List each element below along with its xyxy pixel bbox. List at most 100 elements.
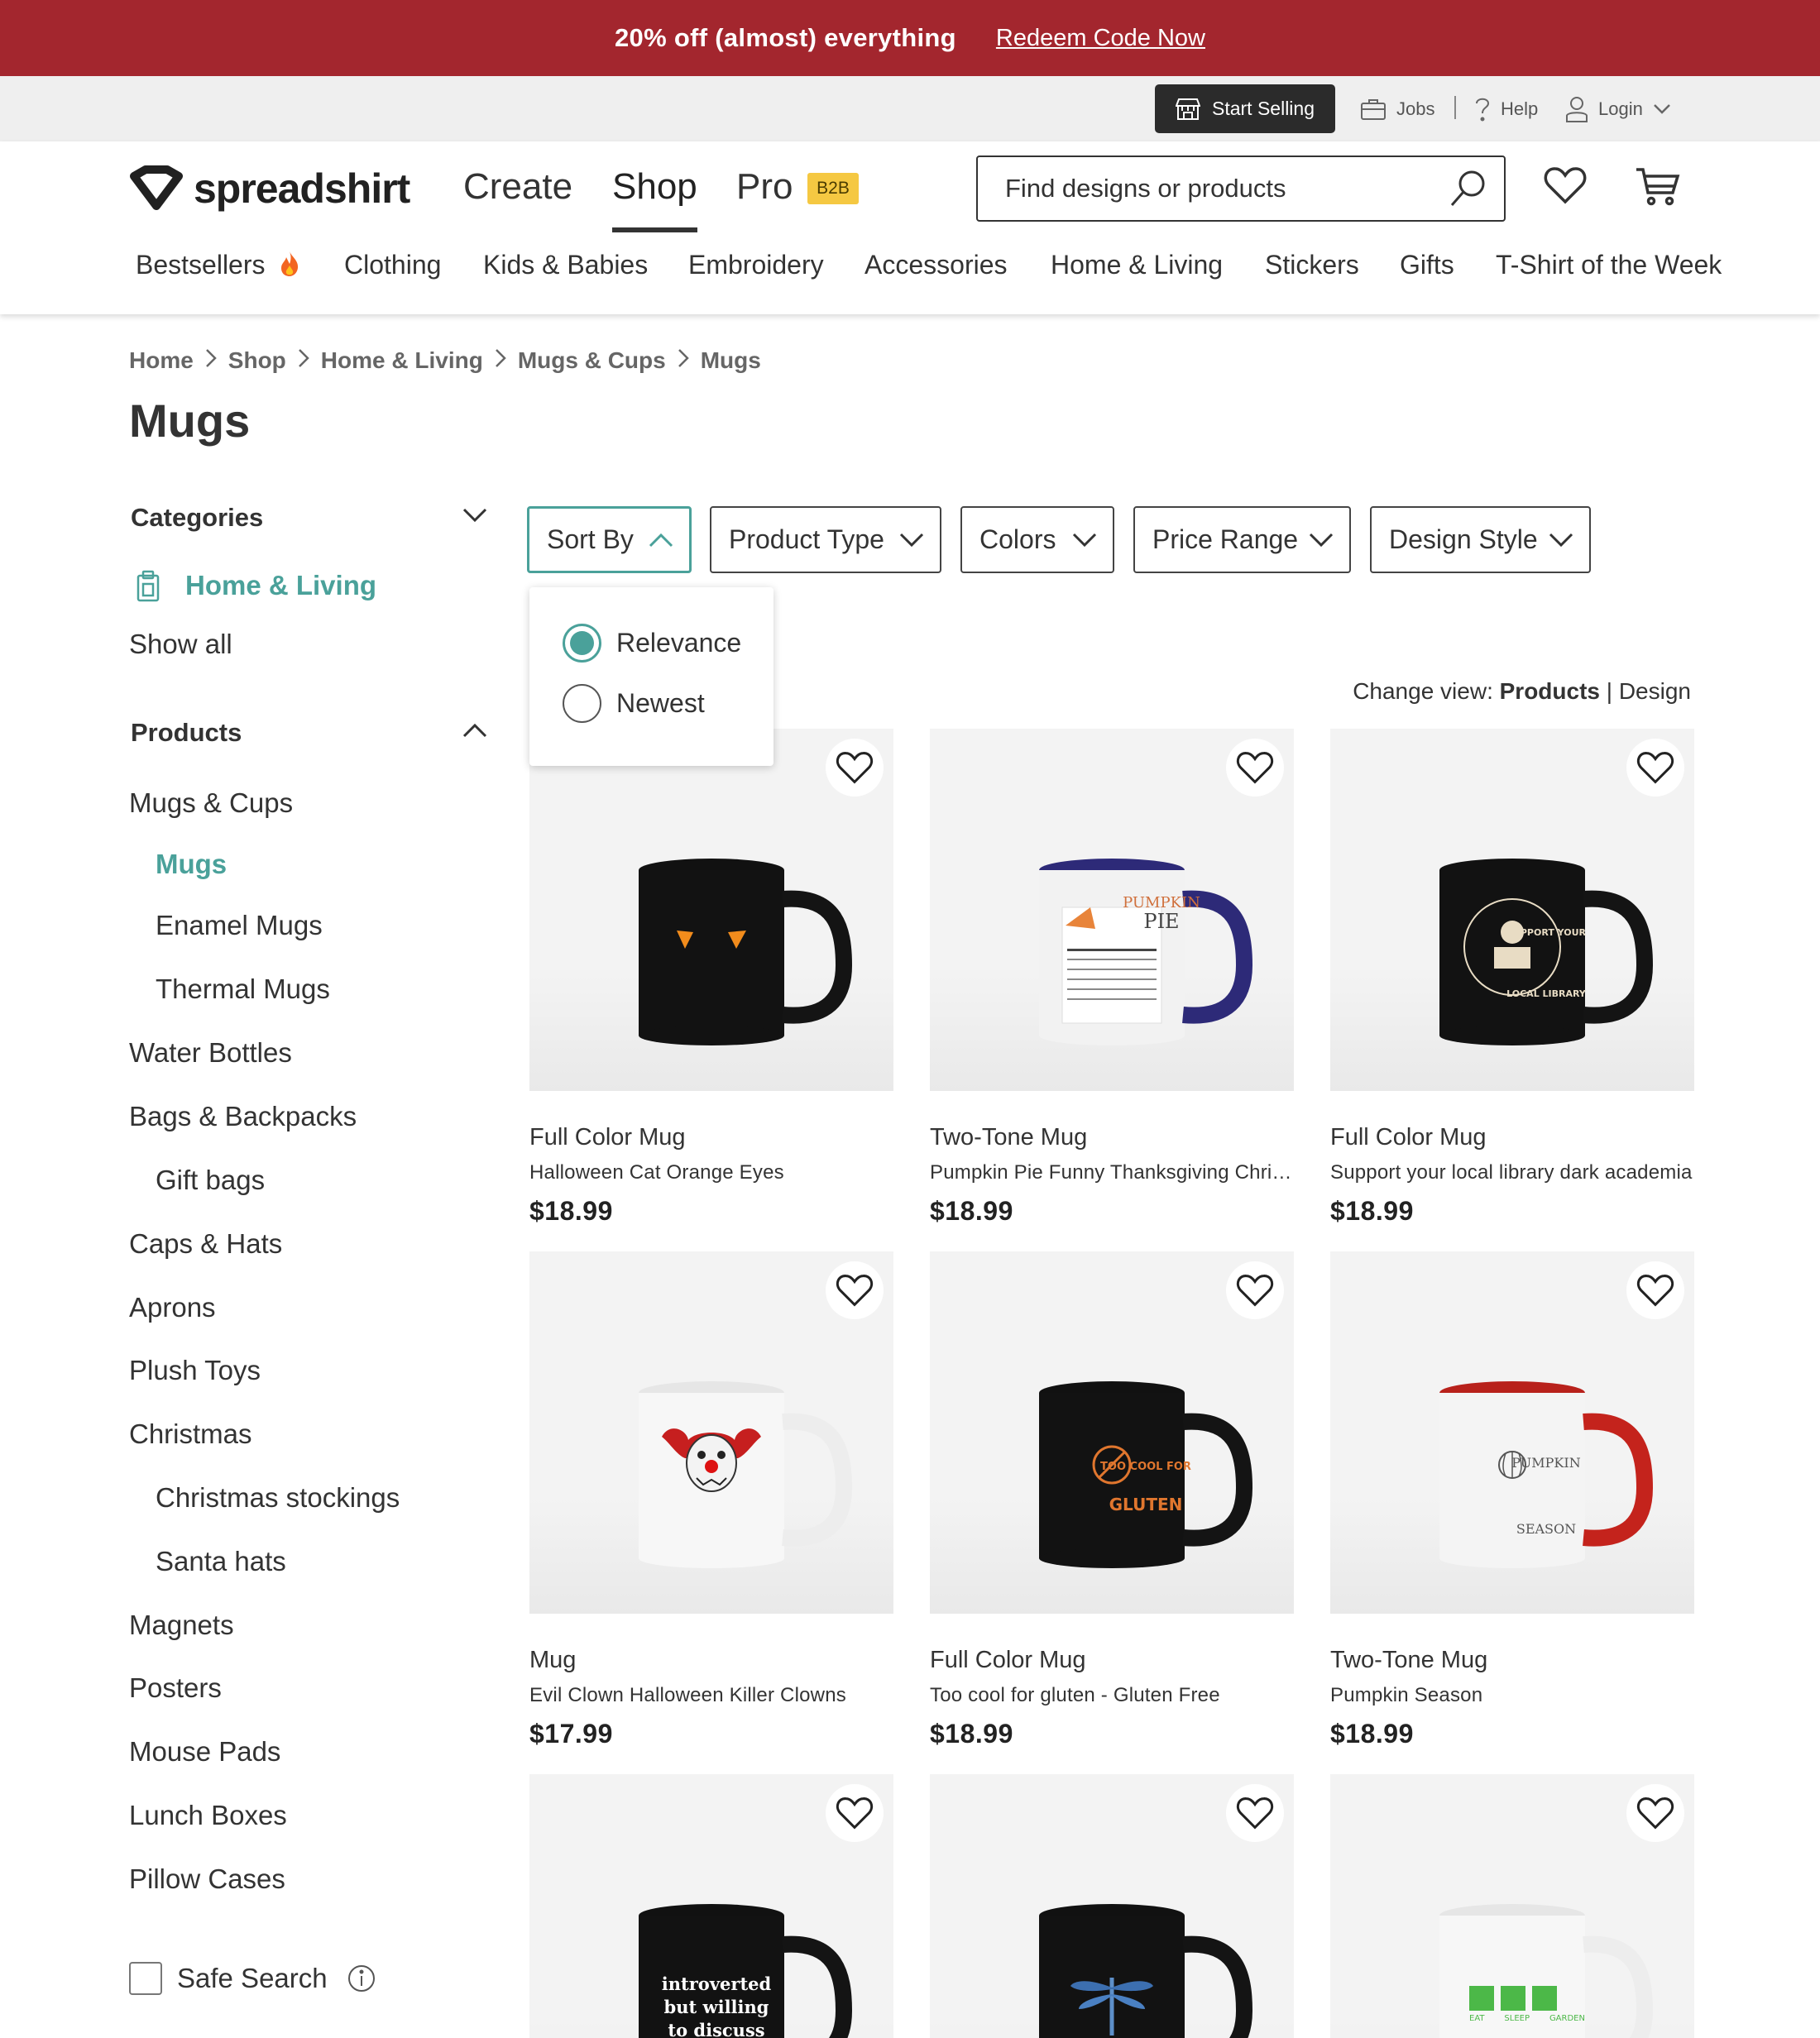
sidebar-item-mugs[interactable]: Mugs [156,849,227,880]
favorite-button[interactable] [826,1261,884,1319]
mug-image [639,1381,852,1568]
favorite-button[interactable] [826,1784,884,1842]
sort-option-relevance[interactable]: Relevance [563,624,741,663]
favorite-button[interactable] [1226,739,1284,797]
chevron-right-icon [205,347,217,374]
favorite-button[interactable] [826,739,884,797]
sort-by-dropdown[interactable]: Sort By [527,506,692,573]
search-button[interactable] [1449,169,1487,215]
sidebar-item-gift-bags[interactable]: Gift bags [156,1165,265,1196]
change-view-label: Change view: [1353,678,1493,704]
mug-image [1039,1904,1252,2038]
product-name[interactable]: Evil Clown Halloween Killer Clowns [529,1684,893,1707]
category-tshirt-of-the-week[interactable]: T-Shirt of the Week [1496,250,1722,280]
heart-icon [1636,1275,1674,1307]
category-home-living[interactable]: Home & Living [1051,250,1223,280]
product-name[interactable]: Halloween Cat Orange Eyes [529,1161,893,1184]
mug-image [1039,859,1252,1045]
price-range-dropdown[interactable]: Price Range [1133,506,1351,573]
utility-bar: Start Selling Jobs Help Login [0,76,1820,141]
sort-option-label: Newest [616,688,705,718]
product-type-dropdown[interactable]: Product Type [710,506,941,573]
products-toggle[interactable] [462,721,488,744]
sidebar-item-lunch-boxes[interactable]: Lunch Boxes [129,1800,287,1831]
breadcrumb-mugs-cups[interactable]: Mugs & Cups [518,347,666,374]
question-icon [1476,98,1490,122]
view-design-option[interactable]: Design [1619,678,1691,704]
sidebar-item-christmas-stockings[interactable]: Christmas stockings [156,1482,400,1514]
start-selling-button[interactable]: Start Selling [1155,84,1335,133]
category-gifts[interactable]: Gifts [1400,250,1454,280]
sidebar-item-magnets[interactable]: Magnets [129,1610,234,1641]
safe-search-checkbox[interactable] [129,1962,162,1995]
nav-pro[interactable]: Pro [736,166,793,208]
products-heading: Products [131,718,242,747]
breadcrumb-shop[interactable]: Shop [228,347,286,374]
print-line: TOO COOL FOR [1100,1461,1191,1473]
category-kids-babies[interactable]: Kids & Babies [483,250,648,280]
favorite-button[interactable] [1626,1784,1684,1842]
category-clothing[interactable]: Clothing [344,250,441,280]
sidebar-item-aprons[interactable]: Aprons [129,1292,216,1323]
product-name[interactable]: Pumpkin Pie Funny Thanksgiving Christmas [930,1161,1294,1184]
show-all-link[interactable]: Show all [129,629,232,660]
redeem-code-link[interactable]: Redeem Code Now [996,25,1205,52]
sidebar-item-mugs-cups[interactable]: Mugs & Cups [129,787,293,819]
mug-print-text: TOO COOL FOR GLUTEN [1092,1438,1200,1513]
radio-button-checked[interactable] [563,624,601,663]
design-style-dropdown[interactable]: Design Style [1370,506,1591,573]
sidebar-item-plush-toys[interactable]: Plush Toys [129,1355,261,1386]
category-bestsellers-label: Bestsellers [136,250,266,280]
help-link[interactable]: Help [1474,94,1538,124]
cart-button[interactable] [1635,166,1681,210]
sidebar-item-enamel-mugs[interactable]: Enamel Mugs [156,910,323,941]
radio-button[interactable] [563,684,601,723]
category-bestsellers[interactable]: Bestsellers [136,250,300,280]
heart-icon [1236,1797,1274,1830]
sidebar-item-bags-backpacks[interactable]: Bags & Backpacks [129,1101,357,1132]
product-name[interactable]: Support your local library dark academia [1330,1161,1694,1184]
sidebar-item-water-bottles[interactable]: Water Bottles [129,1037,292,1069]
category-stickers[interactable]: Stickers [1265,250,1359,280]
sidebar-item-thermal-mugs[interactable]: Thermal Mugs [156,974,330,1005]
categories-toggle[interactable] [462,506,488,529]
chevron-right-icon [298,347,309,374]
category-embroidery[interactable]: Embroidery [688,250,824,280]
info-icon[interactable] [347,1964,376,1993]
wishlist-button[interactable] [1544,166,1587,208]
logo-text: spreadshirt [194,165,410,212]
jobs-link[interactable]: Jobs [1360,94,1434,124]
nav-shop[interactable]: Shop [612,166,697,208]
view-products-option[interactable]: Products [1500,678,1600,704]
sidebar-item-christmas[interactable]: Christmas [129,1418,252,1450]
heart-icon [1236,1275,1274,1307]
sort-option-newest[interactable]: Newest [563,684,705,723]
start-selling-label: Start Selling [1211,98,1315,119]
sidebar-item-santa-hats[interactable]: Santa hats [156,1546,286,1577]
favorite-button[interactable] [1226,1784,1284,1842]
safe-search-label: Safe Search [177,1963,328,1993]
product-price: $18.99 [930,1196,1013,1226]
sidebar-item-mouse-pads[interactable]: Mouse Pads [129,1736,280,1768]
sidebar-item-caps-hats[interactable]: Caps & Hats [129,1228,282,1260]
nav-create[interactable]: Create [463,166,572,208]
breadcrumb-home-living[interactable]: Home & Living [321,347,483,374]
spreadshirt-logo[interactable]: spreadshirt [129,165,410,213]
login-menu[interactable]: Login [1565,94,1671,124]
favorite-button[interactable] [1626,739,1684,797]
sidebar-item-posters[interactable]: Posters [129,1672,222,1704]
main-header: spreadshirt Create Shop Pro B2B Find des… [0,141,1820,314]
colors-dropdown[interactable]: Colors [960,506,1114,573]
breadcrumb-home[interactable]: Home [129,347,194,374]
category-accessories[interactable]: Accessories [864,250,1008,280]
product-name[interactable]: Too cool for gluten - Gluten Free [930,1684,1294,1707]
product-name[interactable]: Pumpkin Season [1330,1684,1694,1707]
sidebar-category-home-living[interactable]: Home & Living [136,569,376,602]
search-input[interactable]: Find designs or products [976,155,1506,222]
sidebar-item-pillow-cases[interactable]: Pillow Cases [129,1863,285,1895]
chevron-up-icon [462,723,487,738]
category-nav: Bestsellers Clothing Kids & Babies Embro… [0,250,1820,299]
favorite-button[interactable] [1226,1261,1284,1319]
favorite-button[interactable] [1626,1261,1684,1319]
breadcrumb-mugs[interactable]: Mugs [701,347,761,374]
